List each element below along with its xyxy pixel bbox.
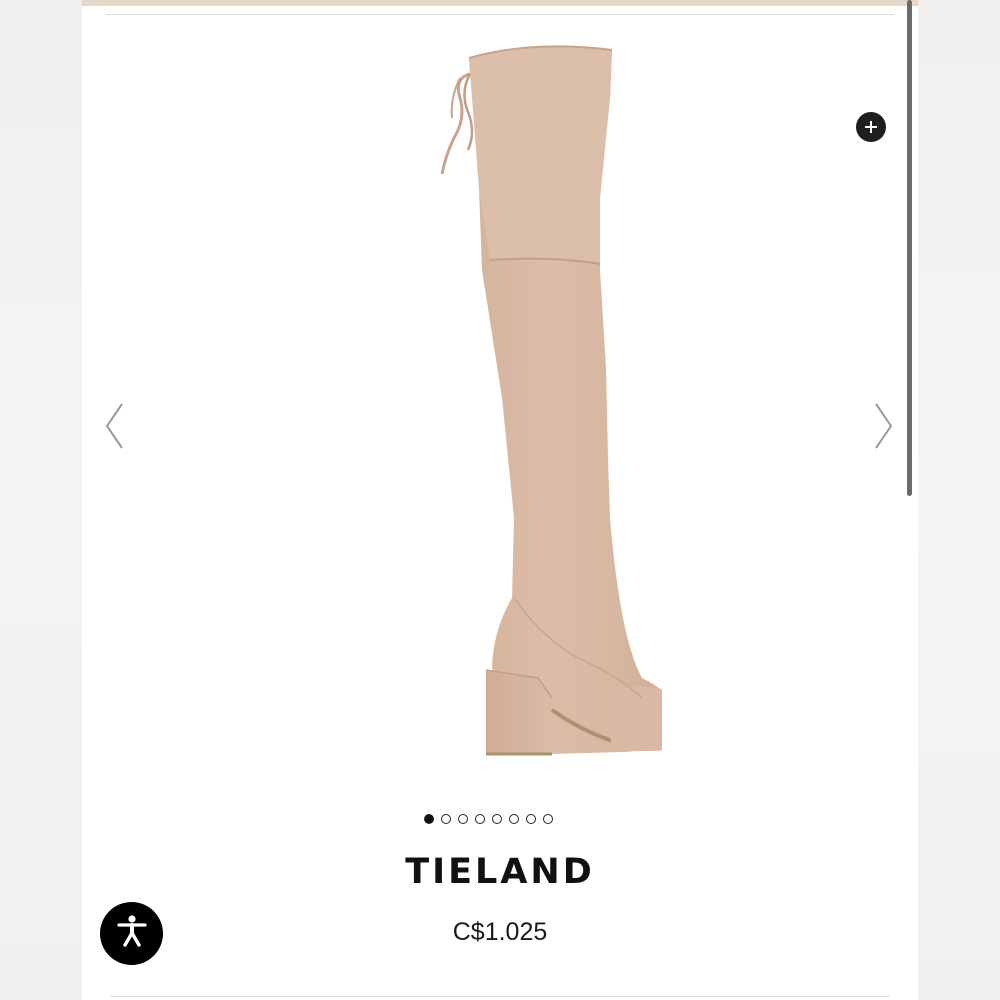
carousel-dot[interactable] [458,814,468,824]
bottom-divider [110,996,890,997]
carousel-pagination [424,812,553,826]
boot-illustration [440,45,729,756]
carousel-prev-button[interactable] [102,400,128,452]
product-title: TIELAND [405,852,595,892]
plus-circle-icon [863,119,879,135]
carousel-dot[interactable] [509,814,519,824]
product-page: TIELAND C$1.025 [82,0,918,1000]
carousel-next-button[interactable] [870,400,896,452]
accessibility-icon [114,913,150,954]
chevron-right-icon [870,403,896,456]
carousel-dot[interactable] [475,814,485,824]
carousel-dot[interactable] [526,814,536,824]
background-left [0,0,82,1000]
carousel-dot[interactable] [492,814,502,824]
header-band [82,0,918,6]
top-divider [106,14,894,15]
background-right [918,0,1000,1000]
carousel-dot[interactable] [424,814,434,824]
scrollbar[interactable] [907,0,912,496]
carousel-dot[interactable] [543,814,553,824]
product-price: C$1.025 [452,918,548,946]
product-image[interactable] [342,38,729,768]
carousel-dot[interactable] [441,814,451,824]
zoom-button[interactable] [856,112,886,142]
accessibility-button[interactable] [100,902,163,965]
chevron-left-icon [102,403,128,456]
